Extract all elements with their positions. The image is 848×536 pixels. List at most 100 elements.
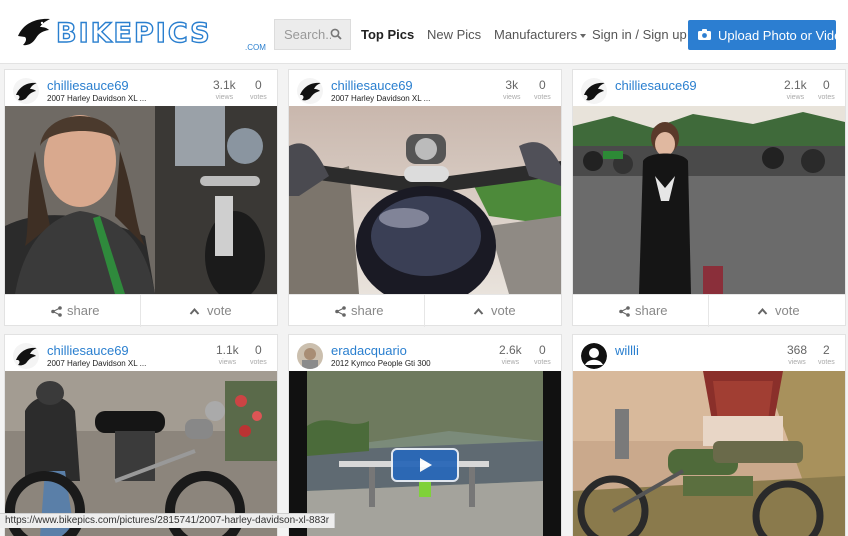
bike-model[interactable]: 2012 Kymco People Gti 300 <box>331 359 431 368</box>
eagle-avatar-icon[interactable] <box>13 343 39 369</box>
nav-top-pics[interactable]: Top Pics <box>361 27 414 42</box>
votes-stat: 0 votes <box>818 78 835 101</box>
pic-card: chilliesauce69 2007 Harley Davidson XL .… <box>288 69 562 327</box>
share-icon <box>51 306 62 317</box>
search-box <box>274 19 351 50</box>
votes-label: votes <box>818 94 835 101</box>
username-link[interactable]: chilliesauce69 <box>47 343 129 358</box>
views-stat: 2.6k views <box>499 343 522 366</box>
default-avatar-icon[interactable] <box>581 343 607 369</box>
bike-photo[interactable] <box>573 371 845 536</box>
eagle-logo-icon <box>18 18 50 46</box>
eagle-avatar-icon[interactable] <box>13 78 39 104</box>
bike-photo[interactable] <box>5 106 277 294</box>
vote-label: vote <box>775 303 800 318</box>
views-stat: 368 views <box>787 343 807 366</box>
views-stat: 2.1k views <box>784 78 807 101</box>
photo-avatar-icon[interactable] <box>297 343 323 369</box>
nav-new-pics[interactable]: New Pics <box>427 27 481 42</box>
votes-count: 0 <box>539 78 546 92</box>
votes-stat: 0 votes <box>250 343 267 366</box>
bike-video[interactable] <box>289 371 561 536</box>
play-button[interactable] <box>391 448 459 482</box>
share-label: share <box>351 303 384 318</box>
pic-card: chilliesauce69 2007 Harley Davidson XL .… <box>4 334 278 536</box>
pic-card: chilliesauce69 2.1k views 0 votes share … <box>572 69 846 327</box>
bike-photo[interactable] <box>5 371 277 536</box>
vote-label: vote <box>207 303 232 318</box>
votes-label: votes <box>250 94 267 101</box>
votes-stat: 0 votes <box>534 343 551 366</box>
share-label: share <box>635 303 668 318</box>
play-icon <box>420 458 432 472</box>
nav-manufacturers-label: Manufacturers <box>494 27 578 42</box>
votes-label: votes <box>534 359 551 366</box>
upload-button[interactable]: Upload Photo or Video <box>688 20 848 50</box>
bike-model[interactable]: 2007 Harley Davidson XL ... <box>331 94 430 103</box>
search-input[interactable] <box>275 20 331 49</box>
search-icon[interactable] <box>330 28 342 40</box>
share-button[interactable]: share <box>289 295 425 327</box>
views-count: 2.6k <box>499 343 522 357</box>
camera-icon <box>698 29 711 40</box>
votes-count: 0 <box>255 343 262 357</box>
status-bar-url: https://www.bikepics.com/pictures/281574… <box>0 513 336 528</box>
votes-count: 0 <box>539 343 546 357</box>
eagle-avatar-icon[interactable] <box>297 78 323 104</box>
bike-photo[interactable] <box>289 106 561 294</box>
pic-card: eradacquario 2012 Kymco People Gti 300 2… <box>288 334 562 536</box>
username-link[interactable]: eradacquario <box>331 343 407 358</box>
share-icon <box>335 306 346 317</box>
views-label: views <box>786 94 805 101</box>
eagle-avatar-icon[interactable] <box>581 78 607 104</box>
card-actions: share vote <box>5 294 277 327</box>
votes-count: 0 <box>823 78 830 92</box>
votes-label: votes <box>534 94 551 101</box>
share-icon <box>619 306 630 317</box>
site-logo[interactable]: BIKEPICS .COM <box>16 16 266 52</box>
pic-card: chilliesauce69 2007 Harley Davidson XL .… <box>4 69 278 327</box>
pics-grid: chilliesauce69 2007 Harley Davidson XL .… <box>0 64 848 536</box>
views-label: views <box>503 94 521 101</box>
site-header: BIKEPICS .COM Top Pics New Pics Manufact… <box>0 0 848 64</box>
share-label: share <box>67 303 100 318</box>
card-actions: share vote <box>573 294 845 327</box>
nav-sign-in[interactable]: Sign in / Sign up <box>592 27 687 42</box>
views-label: views <box>501 359 520 366</box>
share-button[interactable]: share <box>5 295 141 327</box>
views-count: 368 <box>787 343 808 357</box>
vote-label: vote <box>491 303 516 318</box>
views-stat: 1.1k views <box>216 343 239 366</box>
views-stat: 3k views <box>503 78 521 101</box>
bike-model[interactable]: 2007 Harley Davidson XL ... <box>47 359 146 368</box>
nav-manufacturers[interactable]: Manufacturers <box>494 27 587 42</box>
votes-stat: 0 votes <box>534 78 551 101</box>
username-link[interactable]: willli <box>615 343 639 358</box>
views-count: 1.1k <box>216 343 239 357</box>
chevron-up-icon <box>189 307 200 315</box>
card-actions: share vote <box>289 294 561 327</box>
pic-card: willli 368 views 2 votes <box>572 334 846 536</box>
upload-button-label: Upload Photo or Video <box>718 28 848 43</box>
bike-model[interactable]: 2007 Harley Davidson XL ... <box>47 94 146 103</box>
votes-stat: 0 votes <box>250 78 267 101</box>
votes-label: votes <box>250 359 267 366</box>
share-button[interactable]: share <box>573 295 709 327</box>
username-link[interactable]: chilliesauce69 <box>331 78 413 93</box>
views-label: views <box>218 359 237 366</box>
chevron-up-icon <box>473 307 484 315</box>
bike-photo[interactable] <box>573 106 845 294</box>
vote-button[interactable]: vote <box>425 295 561 327</box>
chevron-up-icon <box>757 307 768 315</box>
views-count: 2.1k <box>784 78 807 92</box>
vote-button[interactable]: vote <box>141 295 277 327</box>
votes-label: votes <box>818 359 835 366</box>
vote-button[interactable]: vote <box>709 295 845 327</box>
logo-wordmark: BIKEPICS <box>55 17 212 49</box>
views-count: 3.1k <box>213 78 236 92</box>
username-link[interactable]: chilliesauce69 <box>47 78 129 93</box>
chevron-down-icon <box>580 33 587 38</box>
username-link[interactable]: chilliesauce69 <box>615 78 697 93</box>
views-stat: 3.1k views <box>213 78 236 101</box>
votes-count: 2 <box>823 343 830 357</box>
